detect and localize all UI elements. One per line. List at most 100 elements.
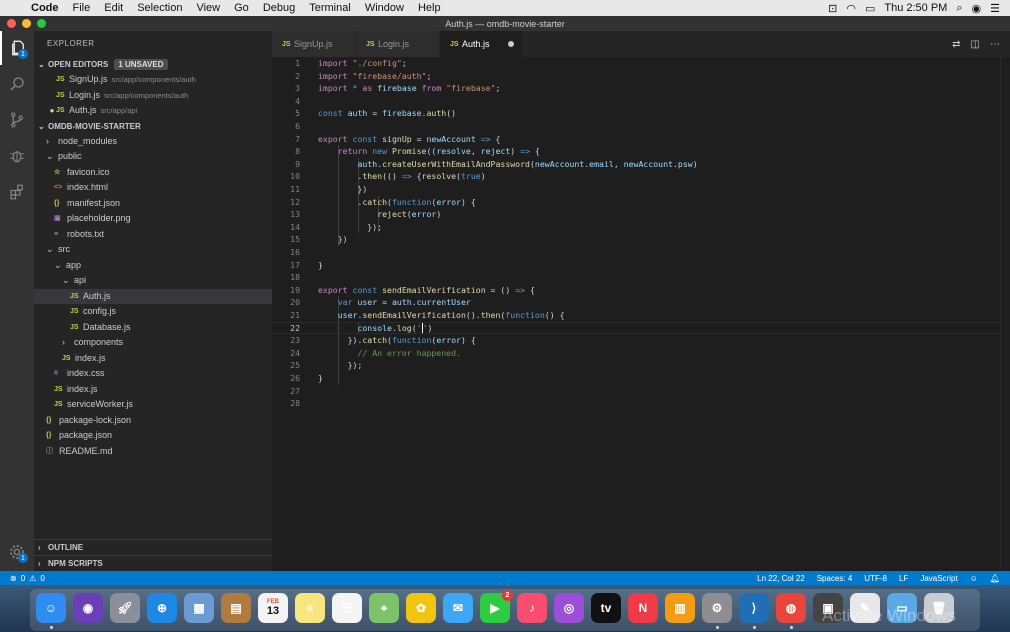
- file-item[interactable]: ▣ placeholder.png: [34, 211, 272, 227]
- more-actions-icon[interactable]: ⋯: [990, 39, 1000, 50]
- code-token: auth: [357, 158, 378, 169]
- tab-signup-js[interactable]: JS SignUp.js: [272, 31, 356, 57]
- debug-activity[interactable]: [0, 139, 34, 173]
- unsaved-dot-icon[interactable]: [508, 41, 514, 47]
- tree-item-label: public: [58, 151, 82, 161]
- file-item[interactable]: {} package.json: [34, 428, 272, 444]
- notefile-icon[interactable]: ▤: [221, 593, 251, 623]
- wifi-icon[interactable]: ◠: [846, 2, 856, 15]
- folder-item[interactable]: › node_modules: [34, 134, 272, 150]
- menu-window[interactable]: Window: [358, 2, 411, 14]
- code-token: ((: [426, 146, 437, 157]
- menu-selection[interactable]: Selection: [130, 2, 189, 14]
- file-item[interactable]: JS Auth.js: [34, 288, 272, 304]
- open-editor-item[interactable]: JS SignUp.js src/app/components/auth: [34, 72, 272, 88]
- safari-icon[interactable]: ⊕: [147, 593, 177, 623]
- spotlight-search-icon[interactable]: ⌕: [956, 2, 962, 15]
- messages-icon[interactable]: ✉: [443, 593, 473, 623]
- code-token: {: [525, 284, 535, 295]
- file-item[interactable]: JS serviceWorker.js: [34, 397, 272, 413]
- outline-header[interactable]: › OUTLINE: [34, 540, 272, 555]
- explorer-activity[interactable]: 1: [0, 31, 34, 65]
- folder-item[interactable]: › components: [34, 335, 272, 351]
- open-editor-item[interactable]: JS Login.js src/app/components/auth: [34, 88, 272, 104]
- books-icon[interactable]: ▥: [665, 593, 695, 623]
- open-changes-icon[interactable]: ⇄: [952, 39, 960, 50]
- menu-terminal[interactable]: Terminal: [302, 2, 358, 14]
- folder-item[interactable]: ⌄ api: [34, 273, 272, 289]
- podcasts-icon[interactable]: ◎: [554, 593, 584, 623]
- open-editor-item[interactable]: ● JS Auth.js src/app/api: [34, 103, 272, 119]
- tab-login-js[interactable]: JS Login.js: [356, 31, 440, 57]
- notifications-bell-icon[interactable]: 🔔︎: [990, 574, 1000, 583]
- git-branch-icon: [11, 112, 24, 128]
- code-token: .: [318, 196, 363, 207]
- search-activity[interactable]: [0, 67, 34, 101]
- file-item[interactable]: JS Database.js: [34, 320, 272, 336]
- menu-view[interactable]: View: [189, 2, 227, 14]
- end-of-line[interactable]: LF: [899, 574, 908, 583]
- folder-item[interactable]: ⌄ public: [34, 149, 272, 165]
- finder-icon[interactable]: ☺: [36, 593, 66, 623]
- folder-item[interactable]: ⌄ app: [34, 258, 272, 274]
- editor-scrollbar[interactable]: [1000, 57, 1010, 571]
- reminders-icon[interactable]: ☰: [332, 593, 362, 623]
- file-item[interactable]: JS index.js: [34, 382, 272, 398]
- file-item[interactable]: ☆ favicon.ico: [34, 165, 272, 181]
- menu-file[interactable]: File: [66, 2, 98, 14]
- notes-icon[interactable]: ≡: [295, 593, 325, 623]
- siri-icon[interactable]: ◉: [73, 593, 103, 623]
- file-item[interactable]: ⓘ README.md: [34, 444, 272, 460]
- screen-recording-icon[interactable]: ⊡: [828, 2, 837, 15]
- folder-item[interactable]: ⌄ src: [34, 242, 272, 258]
- photos-icon[interactable]: ✿: [406, 593, 436, 623]
- menubar-clock[interactable]: Thu 2:50 PM: [884, 2, 947, 14]
- source-control-activity[interactable]: [0, 103, 34, 137]
- file-item[interactable]: JS config.js: [34, 304, 272, 320]
- language-mode[interactable]: JavaScript: [920, 574, 957, 583]
- tv-icon[interactable]: tv: [591, 593, 621, 623]
- code-line: import "firebase/auth";: [318, 70, 431, 83]
- cursor-position[interactable]: Ln 22, Col 22: [757, 574, 805, 583]
- maps-icon-glyph: ⌖: [380, 600, 388, 615]
- file-item[interactable]: {} manifest.json: [34, 196, 272, 212]
- tab-auth-js[interactable]: JS Auth.js: [440, 31, 523, 57]
- code-editor[interactable]: 1 2 3 4 5 6 7 8 9 10 11 12 13 14 15 16 17 18 19 20 21 22 23 24 2…: [272, 57, 1010, 571]
- indentation[interactable]: Spaces: 4: [817, 574, 853, 583]
- news-icon[interactable]: N: [628, 593, 658, 623]
- preview-icon[interactable]: ▦: [184, 593, 214, 623]
- manage-activity[interactable]: 1: [0, 535, 34, 569]
- file-item[interactable]: JS index.js: [34, 351, 272, 367]
- launchpad-icon[interactable]: 🚀︎: [110, 593, 140, 623]
- vscode-icon[interactable]: ⟩: [739, 593, 769, 623]
- control-center-icon[interactable]: ☰: [990, 2, 1000, 15]
- menu-help[interactable]: Help: [411, 2, 448, 14]
- extensions-activity[interactable]: [0, 175, 34, 209]
- split-editor-icon[interactable]: ◫: [971, 39, 980, 50]
- music-icon[interactable]: ♪: [517, 593, 547, 623]
- npm-scripts-header[interactable]: › NPM SCRIPTS: [34, 556, 272, 571]
- calendar-icon[interactable]: FEB 13: [258, 593, 288, 623]
- file-item[interactable]: # index.css: [34, 366, 272, 382]
- file-item[interactable]: {} package-lock.json: [34, 413, 272, 429]
- code-token: import: [318, 58, 348, 68]
- menu-go[interactable]: Go: [227, 2, 256, 14]
- facetime-icon[interactable]: ▶ 2: [480, 590, 513, 623]
- app-menu[interactable]: Code: [24, 2, 66, 14]
- system-preferences-icon[interactable]: ⚙: [702, 593, 732, 623]
- siri-menu-icon[interactable]: ◉: [972, 2, 982, 15]
- menu-edit[interactable]: Edit: [97, 2, 130, 14]
- maps-icon[interactable]: ⌖: [369, 593, 399, 623]
- unsaved-dot-icon[interactable]: ●: [48, 103, 56, 119]
- file-item[interactable]: ≡ robots.txt: [34, 227, 272, 243]
- battery-icon[interactable]: ▭: [865, 2, 875, 15]
- file-item[interactable]: <> index.html: [34, 180, 272, 196]
- encoding[interactable]: UTF-8: [864, 574, 887, 583]
- open-editors-header[interactable]: ⌄ OPEN EDITORS 1 UNSAVED: [34, 57, 272, 72]
- code-token: then: [480, 310, 501, 320]
- menu-debug[interactable]: Debug: [256, 2, 302, 14]
- chrome-icon[interactable]: ◍: [776, 593, 806, 623]
- problems-indicator[interactable]: ⊗ 0 ⚠ 0: [0, 574, 45, 583]
- project-header[interactable]: ⌄ OMDB-MOVIE-STARTER: [34, 119, 272, 134]
- feedback-icon[interactable]: ☺: [970, 574, 978, 583]
